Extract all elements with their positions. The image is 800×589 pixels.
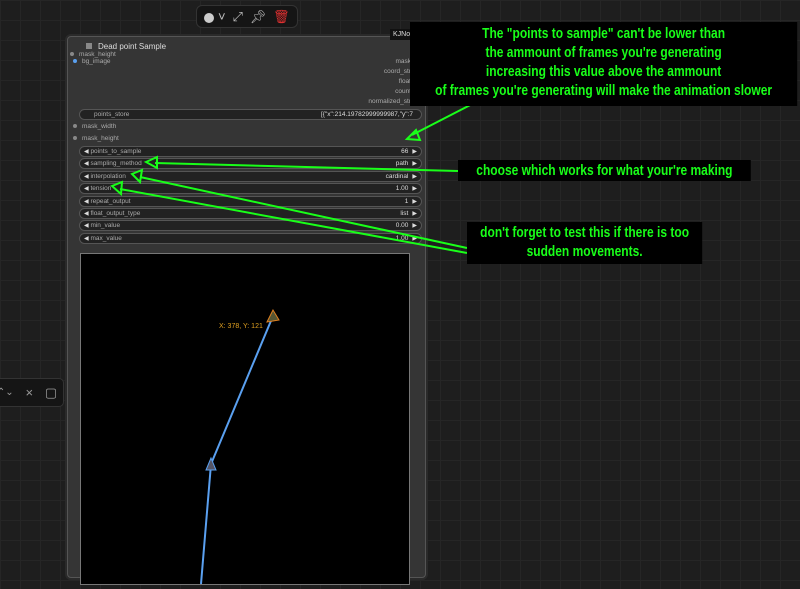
annotation-points-to-sample: The "points to sample" can't be lower th… bbox=[410, 22, 798, 106]
arrow-line bbox=[139, 176, 468, 249]
arrow-head-icon bbox=[110, 180, 124, 197]
arrow-line bbox=[119, 188, 468, 254]
arrow-line bbox=[154, 162, 459, 172]
arrow-head-icon bbox=[130, 168, 144, 185]
annotation-interpolation-tension: don't forget to test this if there is to… bbox=[467, 222, 703, 264]
annotation-sampling-method: choose which works for what your're maki… bbox=[458, 160, 751, 181]
